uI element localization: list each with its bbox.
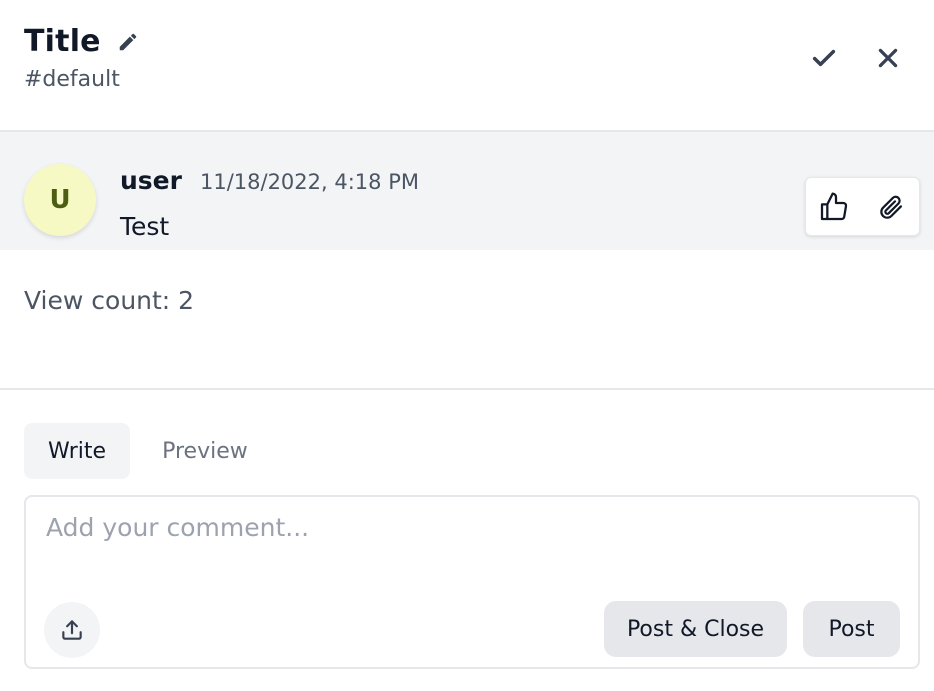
post-and-close-button[interactable]: Post & Close xyxy=(604,601,787,657)
composer-tabs: Write Preview xyxy=(24,423,272,479)
thumbs-up-icon xyxy=(821,192,848,220)
title-row: Title xyxy=(24,24,139,59)
close-icon xyxy=(878,48,898,68)
comment-item: U user 11/18/2022, 4:18 PM Test xyxy=(0,132,934,250)
attach-button[interactable] xyxy=(874,190,908,224)
check-icon xyxy=(812,49,836,67)
comment-header: user 11/18/2022, 4:18 PM xyxy=(120,166,419,195)
comment-author: user xyxy=(120,166,182,195)
post-button[interactable]: Post xyxy=(803,601,900,657)
pencil-icon[interactable] xyxy=(117,31,139,53)
close-button[interactable] xyxy=(870,40,906,76)
paperclip-icon xyxy=(880,195,902,219)
comment-input[interactable] xyxy=(46,513,886,573)
comment-timestamp: 11/18/2022, 4:18 PM xyxy=(199,170,419,194)
like-button[interactable] xyxy=(817,190,851,224)
tab-write[interactable]: Write xyxy=(24,423,131,479)
tab-preview[interactable]: Preview xyxy=(138,423,272,479)
thread-title: Title xyxy=(24,24,101,59)
resolve-button[interactable] xyxy=(806,40,842,76)
view-count: View count: 2 xyxy=(24,286,195,315)
avatar: U xyxy=(24,164,96,236)
composer-divider xyxy=(0,388,934,390)
channel-tag: #default xyxy=(24,67,120,92)
upload-button[interactable] xyxy=(44,602,100,658)
comment-editor: Post & Close Post xyxy=(24,495,920,669)
comment-actions xyxy=(805,177,920,236)
comment-body: Test xyxy=(120,212,170,241)
thread-header: Title #default xyxy=(0,0,934,130)
upload-icon xyxy=(62,620,82,640)
